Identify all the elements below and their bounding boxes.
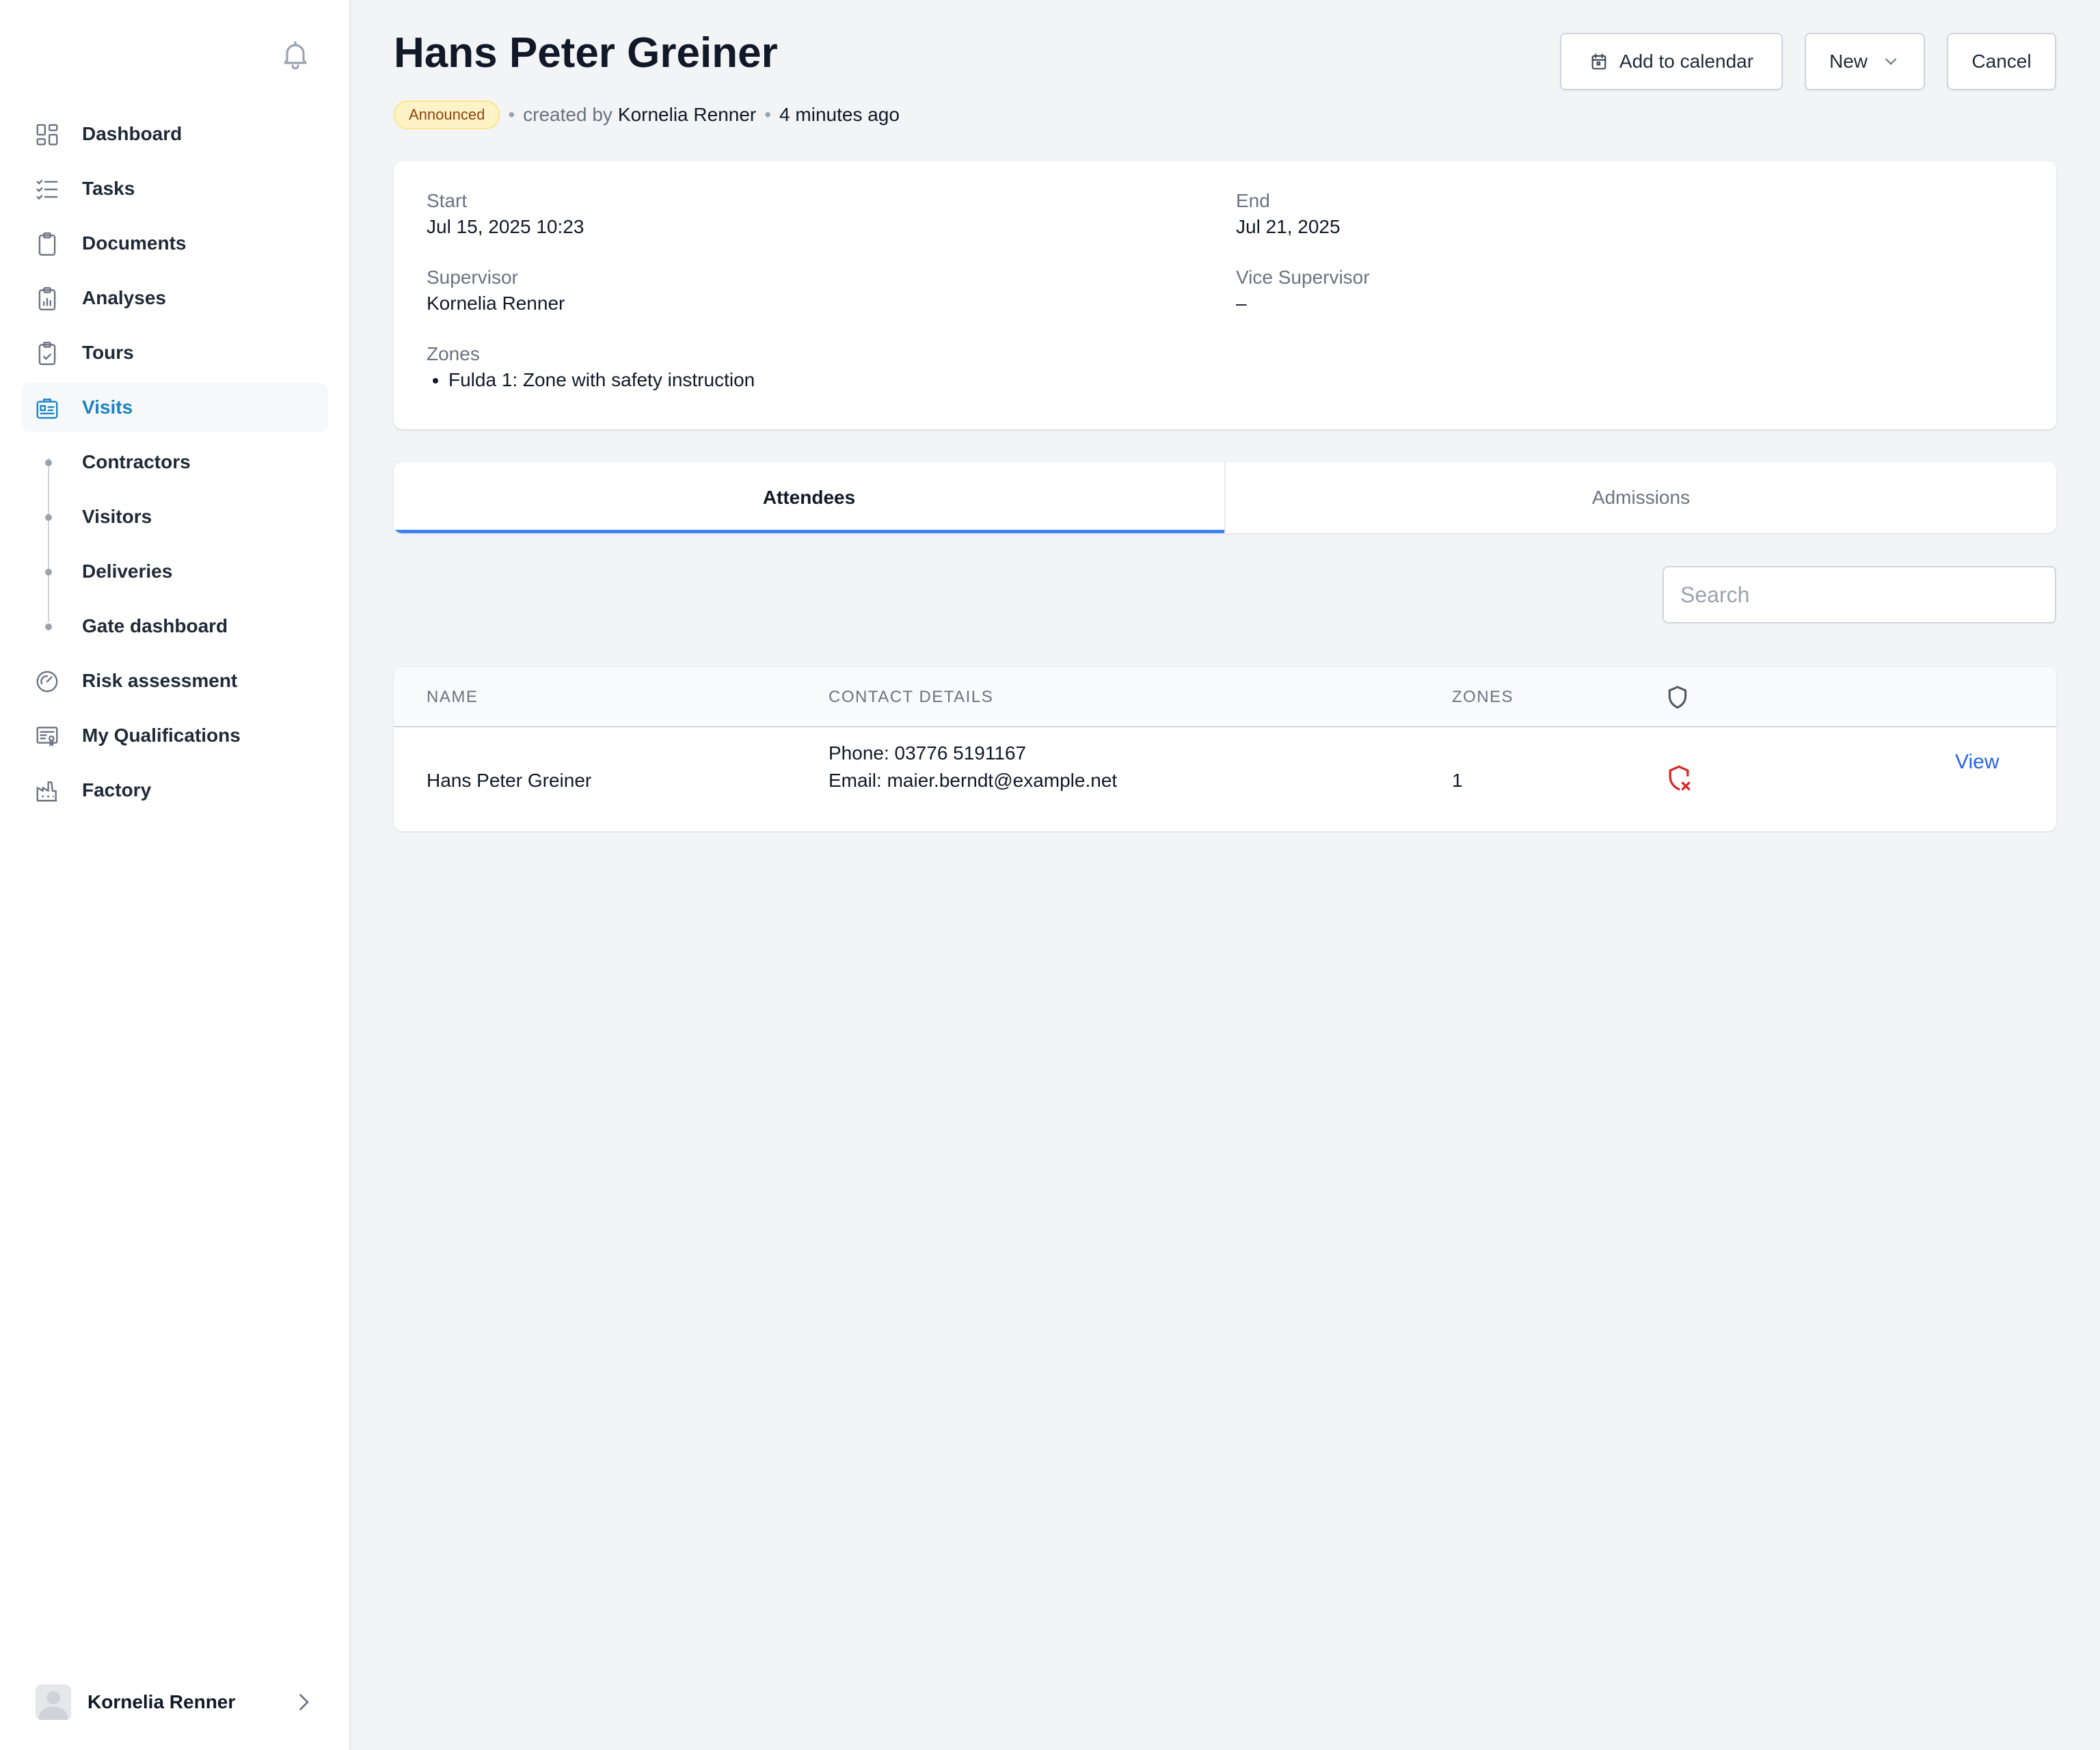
status-badge: Announced: [394, 100, 500, 129]
tab-bar: Attendees Admissions: [394, 462, 2056, 533]
end-label: End: [1236, 190, 1270, 211]
start-field: Start Jul 15, 2025 10:23: [427, 190, 584, 238]
bullet-dot: [45, 623, 52, 630]
sidebar-subitem-label: Contractors: [82, 451, 191, 472]
sidebar-item-label: Risk assessment: [82, 670, 238, 691]
visits-subnav: Contractors Visitors Deliveries Gate das…: [22, 438, 328, 651]
attendee-name: Hans Peter Greiner: [427, 770, 592, 791]
add-to-calendar-button[interactable]: Add to calendar: [1560, 33, 1783, 90]
table-header: NAME CONTACT DETAILS ZONES: [394, 667, 2056, 727]
calendar-icon: [1591, 53, 1606, 70]
sidebar-item-visits[interactable]: Visits: [22, 383, 328, 432]
main-nav: Dashboard Tasks Documents Analyses Tours…: [22, 109, 328, 820]
sidebar-item-label: Documents: [82, 232, 187, 254]
vice-supervisor-label: Vice Supervisor: [1236, 267, 1370, 288]
sidebar-item-my-qualifications[interactable]: My Qualifications: [22, 711, 328, 760]
sidebar-subitem-gate-dashboard[interactable]: Gate dashboard: [22, 602, 328, 651]
column-header-name[interactable]: NAME: [427, 688, 478, 707]
sidebar-item-label: Factory: [82, 779, 152, 800]
user-menu[interactable]: Kornelia Renner: [36, 1682, 316, 1723]
vice-supervisor-field: Vice Supervisor –: [1236, 267, 1370, 314]
sidebar-item-dashboard[interactable]: Dashboard: [22, 109, 328, 159]
shield-icon: [1664, 684, 1691, 714]
zone-item: Fulda 1: Zone with safety instruction: [448, 369, 755, 391]
tab-admissions[interactable]: Admissions: [1224, 462, 2056, 533]
sidebar-item-label: Tours: [82, 342, 134, 363]
attendees-table: NAME CONTACT DETAILS ZONES Hans Peter Gr…: [394, 667, 2056, 831]
end-field: End Jul 21, 2025: [1236, 190, 1341, 238]
attendee-email: Email: maier.berndt@example.net: [829, 770, 1118, 791]
certificate-icon: [34, 723, 60, 749]
sidebar-subitem-label: Deliveries: [82, 561, 173, 582]
search-input[interactable]: [1662, 566, 2056, 623]
chevron-right-icon: [291, 1690, 316, 1714]
separator-dot: •: [508, 104, 515, 125]
created-by-name: Kornelia Renner: [617, 104, 757, 125]
id-badge-icon: [34, 395, 60, 421]
attendee-phone: Phone: 03776 5191167: [829, 742, 1027, 764]
supervisor-field: Supervisor Kornelia Renner: [427, 267, 565, 314]
chart-clipboard-icon: [34, 286, 60, 312]
chevron-down-icon: [1885, 58, 1897, 65]
view-attendee-link[interactable]: View: [1955, 751, 1999, 774]
check-clipboard-icon: [34, 340, 60, 366]
start-label: Start: [427, 190, 468, 211]
sidebar-item-analyses[interactable]: Analyses: [22, 273, 328, 323]
bullet-dot: [45, 459, 52, 466]
zones-list: Fulda 1: Zone with safety instruction: [427, 369, 755, 391]
sidebar-item-factory[interactable]: Factory: [22, 766, 328, 815]
sidebar-subitem-label: Visitors: [82, 506, 152, 527]
shield-x-icon: [1664, 763, 1694, 796]
page-title: Hans Peter Greiner: [394, 29, 778, 77]
sidebar-subitem-label: Gate dashboard: [82, 615, 228, 636]
sidebar-item-label: Analyses: [82, 287, 166, 308]
sidebar-subitem-deliveries[interactable]: Deliveries: [22, 547, 328, 596]
new-dropdown-button[interactable]: New: [1805, 33, 1925, 90]
visit-meta: Announced • created by Kornelia Renner •…: [394, 100, 900, 129]
new-label: New: [1829, 51, 1868, 72]
created-time: 4 minutes ago: [779, 104, 900, 125]
attendee-zones: 1: [1452, 770, 1463, 791]
bullet-dot: [45, 514, 52, 521]
sidebar-item-label: Dashboard: [82, 123, 183, 144]
sidebar-item-documents[interactable]: Documents: [22, 219, 328, 268]
supervisor-label: Supervisor: [427, 267, 518, 288]
add-to-calendar-label: Add to calendar: [1619, 51, 1754, 72]
sidebar: Dashboard Tasks Documents Analyses Tours…: [0, 0, 351, 1750]
end-value: Jul 21, 2025: [1236, 216, 1341, 237]
start-value: Jul 15, 2025 10:23: [427, 216, 584, 237]
dashboard-icon: [34, 122, 60, 148]
bell-icon[interactable]: [279, 38, 312, 71]
separator-dot: •: [764, 104, 772, 125]
column-header-zones[interactable]: ZONES: [1452, 688, 1513, 707]
visit-details-card: Start Jul 15, 2025 10:23 End Jul 21, 202…: [394, 161, 2056, 429]
avatar: [36, 1684, 71, 1720]
user-name: Kornelia Renner: [88, 1691, 236, 1712]
zones-label: Zones: [427, 343, 480, 364]
created-by-prefix: created by: [523, 104, 612, 125]
factory-icon: [34, 778, 60, 804]
sidebar-item-tasks[interactable]: Tasks: [22, 164, 328, 213]
sidebar-subitem-visitors[interactable]: Visitors: [22, 492, 328, 541]
sidebar-subitem-contractors[interactable]: Contractors: [22, 438, 328, 487]
sidebar-item-tours[interactable]: Tours: [22, 328, 328, 377]
bullet-dot: [45, 569, 52, 576]
supervisor-value: Kornelia Renner: [427, 293, 565, 314]
sidebar-item-label: Visits: [82, 396, 133, 418]
zones-field: Zones Fulda 1: Zone with safety instruct…: [427, 343, 755, 391]
sidebar-item-label: Tasks: [82, 178, 135, 199]
column-header-contact[interactable]: CONTACT DETAILS: [829, 688, 993, 707]
sidebar-item-risk-assessment[interactable]: Risk assessment: [22, 656, 328, 705]
tasks-icon: [34, 176, 60, 202]
gauge-icon: [34, 669, 60, 695]
clipboard-icon: [34, 231, 60, 257]
cancel-button[interactable]: Cancel: [1947, 33, 2056, 90]
sidebar-item-label: My Qualifications: [82, 725, 241, 746]
vice-supervisor-value: –: [1236, 293, 1247, 314]
tab-attendees[interactable]: Attendees: [394, 462, 1224, 533]
